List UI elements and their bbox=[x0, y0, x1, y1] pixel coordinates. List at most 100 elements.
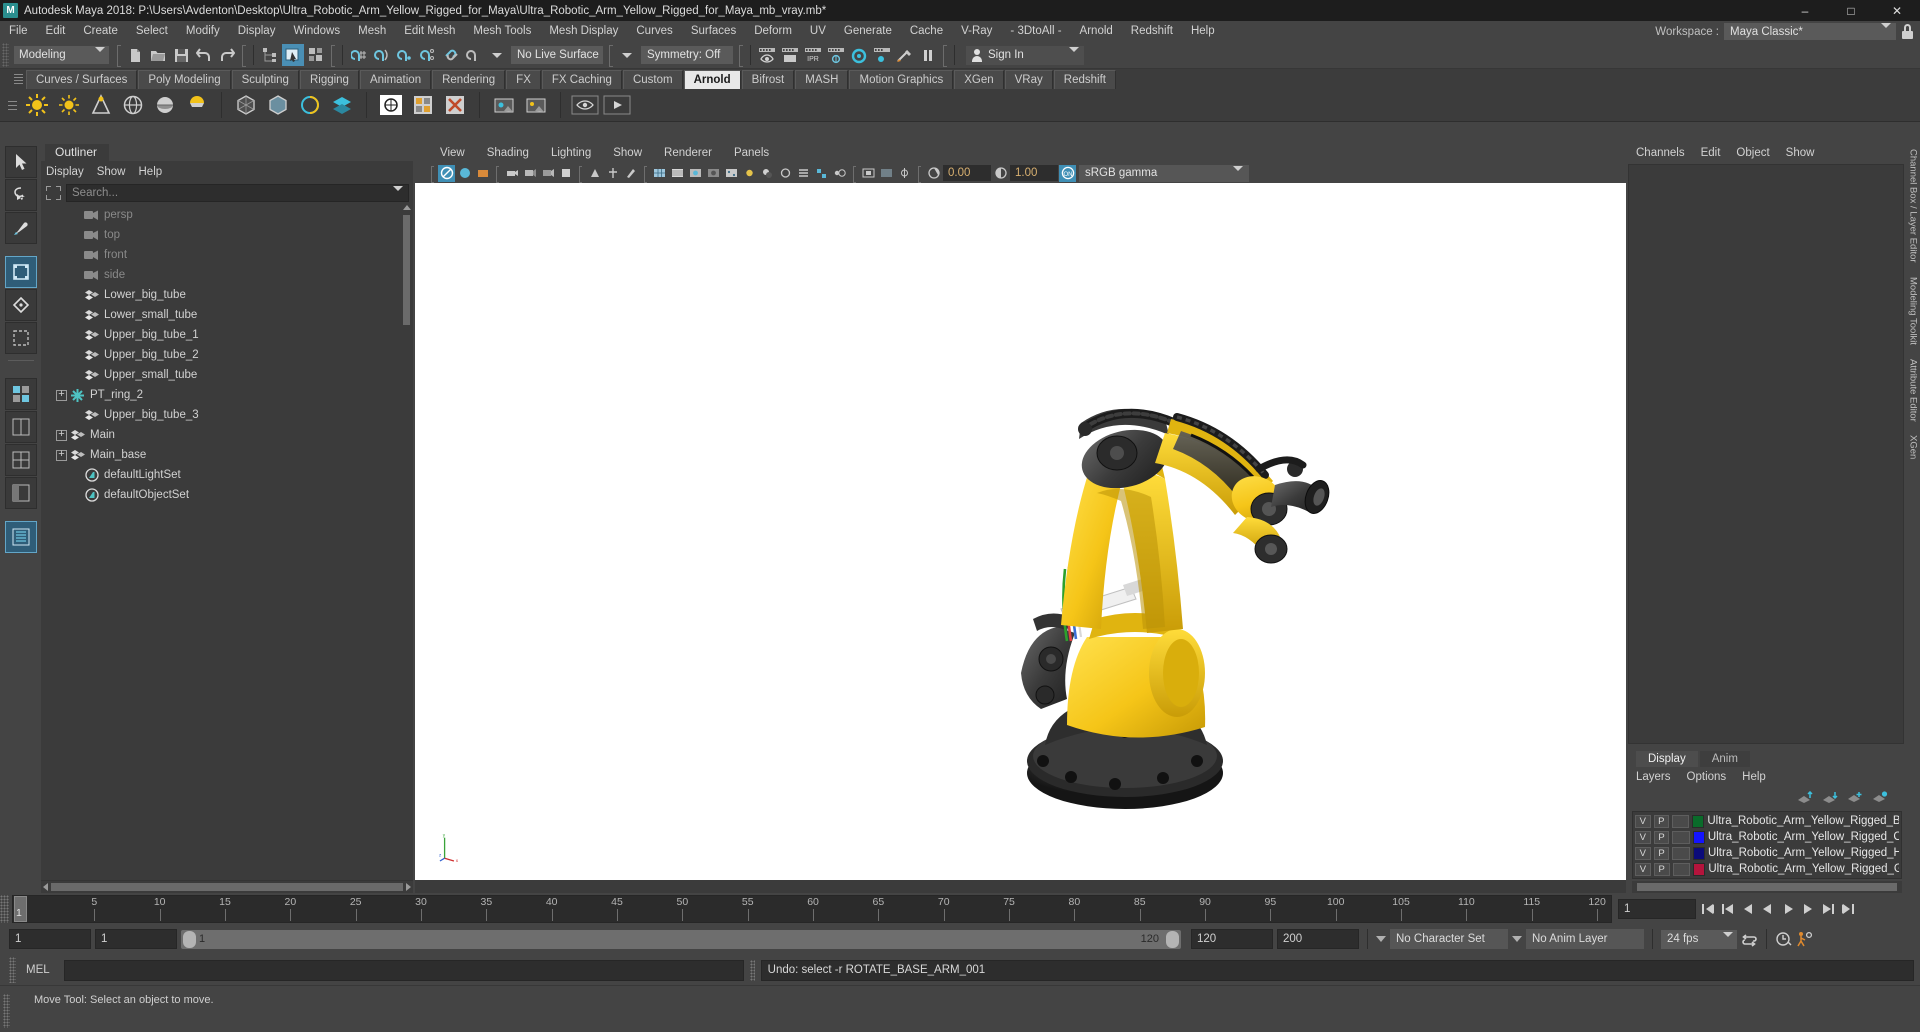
shelf-tab-poly-modeling[interactable]: Poly Modeling bbox=[138, 70, 231, 89]
range-slider-right-handle[interactable] bbox=[1166, 930, 1179, 948]
anim-layer-chevron-icon[interactable] bbox=[1512, 936, 1522, 942]
outliner-item-side[interactable]: side bbox=[41, 265, 413, 285]
layer-playback-toggle[interactable]: P bbox=[1653, 830, 1670, 844]
menu-surfaces[interactable]: Surfaces bbox=[682, 21, 745, 42]
arnold-mesh-light-icon[interactable] bbox=[150, 90, 180, 120]
arnold-eye-toggle-icon[interactable] bbox=[570, 90, 600, 120]
scrollbar-thumb[interactable] bbox=[51, 883, 403, 891]
menu-redshift[interactable]: Redshift bbox=[1122, 21, 1182, 42]
arnold-open-tx-manager-icon[interactable] bbox=[489, 90, 519, 120]
shelf-tab-motion-graphics[interactable]: Motion Graphics bbox=[849, 70, 954, 89]
arnold-area-light-icon[interactable] bbox=[22, 90, 52, 120]
range-slider-left-handle[interactable] bbox=[183, 930, 196, 948]
new-scene-icon[interactable] bbox=[124, 44, 146, 66]
toolbar-gripper[interactable] bbox=[2, 43, 9, 67]
make-live-icon[interactable] bbox=[440, 44, 462, 66]
vtab-channel-box[interactable]: Channel Box / Layer Editor bbox=[1908, 149, 1919, 263]
scroll-right-icon[interactable] bbox=[406, 883, 411, 891]
character-set-chevron-icon[interactable] bbox=[1376, 936, 1386, 942]
render-current-frame-icon[interactable] bbox=[756, 44, 778, 66]
arnold-render-settings-icon[interactable] bbox=[408, 90, 438, 120]
select-tool-button[interactable] bbox=[4, 146, 37, 178]
ipr-render-icon[interactable]: IPR bbox=[802, 44, 824, 66]
ambient-occlusion-icon[interactable] bbox=[777, 165, 794, 182]
outliner-menu-display[interactable]: Display bbox=[46, 166, 93, 178]
outliner-item-persp[interactable]: persp bbox=[41, 205, 413, 225]
smooth-shade-all-icon[interactable] bbox=[669, 165, 686, 182]
color-management-toggle-icon[interactable]: ON bbox=[1059, 164, 1076, 182]
outliner-item-top[interactable]: top bbox=[41, 225, 413, 245]
menu-edit-mesh[interactable]: Edit Mesh bbox=[395, 21, 464, 42]
lock-camera-icon[interactable] bbox=[456, 165, 473, 182]
render-sequence-icon[interactable] bbox=[779, 44, 801, 66]
step-back-key-icon[interactable] bbox=[1719, 900, 1736, 918]
layer-color-swatch[interactable] bbox=[1692, 814, 1705, 828]
wireframe-shading-icon[interactable] bbox=[651, 165, 668, 182]
arnold-vr-camera-icon[interactable] bbox=[295, 90, 325, 120]
command-line-divider[interactable] bbox=[749, 959, 755, 981]
layer-visibility-toggle[interactable]: V bbox=[1635, 846, 1651, 860]
arnold-update-tx-icon[interactable] bbox=[521, 90, 551, 120]
layer-menu-help[interactable]: Help bbox=[1742, 771, 1782, 783]
layer-playback-toggle[interactable]: P bbox=[1653, 846, 1670, 860]
outliner-item-upper_big_tube_2[interactable]: Upper_big_tube_2 bbox=[41, 345, 413, 365]
time-slider[interactable]: 5 10 15 20 25 30 35 40 45 50 55 60 65 70 75 80 85 90 95 100… bbox=[12, 895, 1612, 923]
menu-modify[interactable]: Modify bbox=[177, 21, 229, 42]
shelf-tab-arnold[interactable]: Arnold bbox=[683, 70, 741, 89]
shelf-tab-animation[interactable]: Animation bbox=[359, 70, 432, 89]
menu-vray[interactable]: V-Ray bbox=[952, 21, 1001, 42]
layer-color-swatch[interactable] bbox=[1692, 830, 1705, 844]
outliner-item-lower_big_tube[interactable]: Lower_big_tube bbox=[41, 285, 413, 305]
outliner-item-pt_ring_2[interactable]: PT_ring_2 bbox=[41, 385, 413, 405]
pause-render-icon[interactable] bbox=[917, 44, 939, 66]
scrollbar-thumb[interactable] bbox=[1637, 883, 1897, 891]
outliner-horizontal-scrollbar[interactable] bbox=[41, 880, 413, 893]
snap-to-viewplane-icon[interactable] bbox=[463, 44, 485, 66]
go-to-end-icon[interactable] bbox=[1839, 900, 1856, 918]
lasso-tool-button[interactable] bbox=[4, 179, 37, 211]
xray-icon[interactable] bbox=[878, 165, 895, 182]
paint-select-tool-button[interactable] bbox=[4, 212, 37, 244]
arnold-layers-icon[interactable] bbox=[327, 90, 357, 120]
shelf-tab-rendering[interactable]: Rendering bbox=[432, 70, 506, 89]
shelf-tab-custom[interactable]: Custom bbox=[622, 70, 683, 89]
arnold-render-view-icon[interactable] bbox=[376, 90, 406, 120]
menu-create[interactable]: Create bbox=[74, 21, 127, 42]
color-space-select[interactable]: sRGB gamma bbox=[1079, 164, 1249, 183]
scroll-up-icon[interactable] bbox=[402, 205, 411, 210]
gamma-icon[interactable] bbox=[992, 165, 1009, 182]
film-gate-icon[interactable] bbox=[586, 165, 603, 182]
move-layer-up-icon[interactable] bbox=[1797, 791, 1813, 805]
shelf-tab-xgen[interactable]: XGen bbox=[954, 70, 1004, 89]
menu-edit[interactable]: Edit bbox=[37, 21, 75, 42]
arnold-skydome-light-icon[interactable] bbox=[118, 90, 148, 120]
layer-color-swatch[interactable] bbox=[1692, 846, 1705, 860]
arnold-flush-caches-icon[interactable] bbox=[440, 90, 470, 120]
scale-tool-button[interactable] bbox=[4, 322, 37, 354]
step-forward-key-icon[interactable] bbox=[1819, 900, 1836, 918]
channelbox-menu-channels[interactable]: Channels bbox=[1636, 147, 1695, 159]
range-end-time-field[interactable]: 120 bbox=[1191, 929, 1273, 949]
range-slider[interactable]: 1 120 bbox=[181, 929, 1181, 949]
menu-display[interactable]: Display bbox=[229, 21, 285, 42]
layer-color-swatch[interactable] bbox=[1693, 862, 1706, 876]
expand-toggle-icon[interactable] bbox=[55, 387, 68, 402]
move-tool-button[interactable] bbox=[4, 256, 37, 288]
light-editor-icon[interactable] bbox=[894, 44, 916, 66]
motion-blur-icon[interactable] bbox=[795, 165, 812, 182]
step-back-frame-icon[interactable] bbox=[1739, 900, 1756, 918]
display-layer-row[interactable]: V P Ultra_Robotic_Arm_Yellow_Rigged_Bone bbox=[1633, 813, 1901, 829]
scroll-left-icon[interactable] bbox=[43, 883, 48, 891]
viewport-menu-renderer[interactable]: Renderer bbox=[653, 147, 723, 159]
resolution-gate-icon[interactable] bbox=[604, 165, 621, 182]
outliner-item-upper_big_tube_1[interactable]: Upper_big_tube_1 bbox=[41, 325, 413, 345]
maximize-icon[interactable]: □ bbox=[1828, 0, 1874, 21]
arnold-spot-light-icon[interactable] bbox=[86, 90, 116, 120]
smooth-shade-selected-icon[interactable] bbox=[687, 165, 704, 182]
viewport-menu-lighting[interactable]: Lighting bbox=[540, 147, 602, 159]
use-all-lights-icon[interactable] bbox=[741, 165, 758, 182]
chevron-down-icon[interactable] bbox=[616, 44, 638, 66]
expand-toggle-icon[interactable] bbox=[55, 427, 68, 442]
vtab-xgen[interactable]: XGen bbox=[1908, 435, 1919, 459]
arnold-volume-icon[interactable] bbox=[263, 90, 293, 120]
